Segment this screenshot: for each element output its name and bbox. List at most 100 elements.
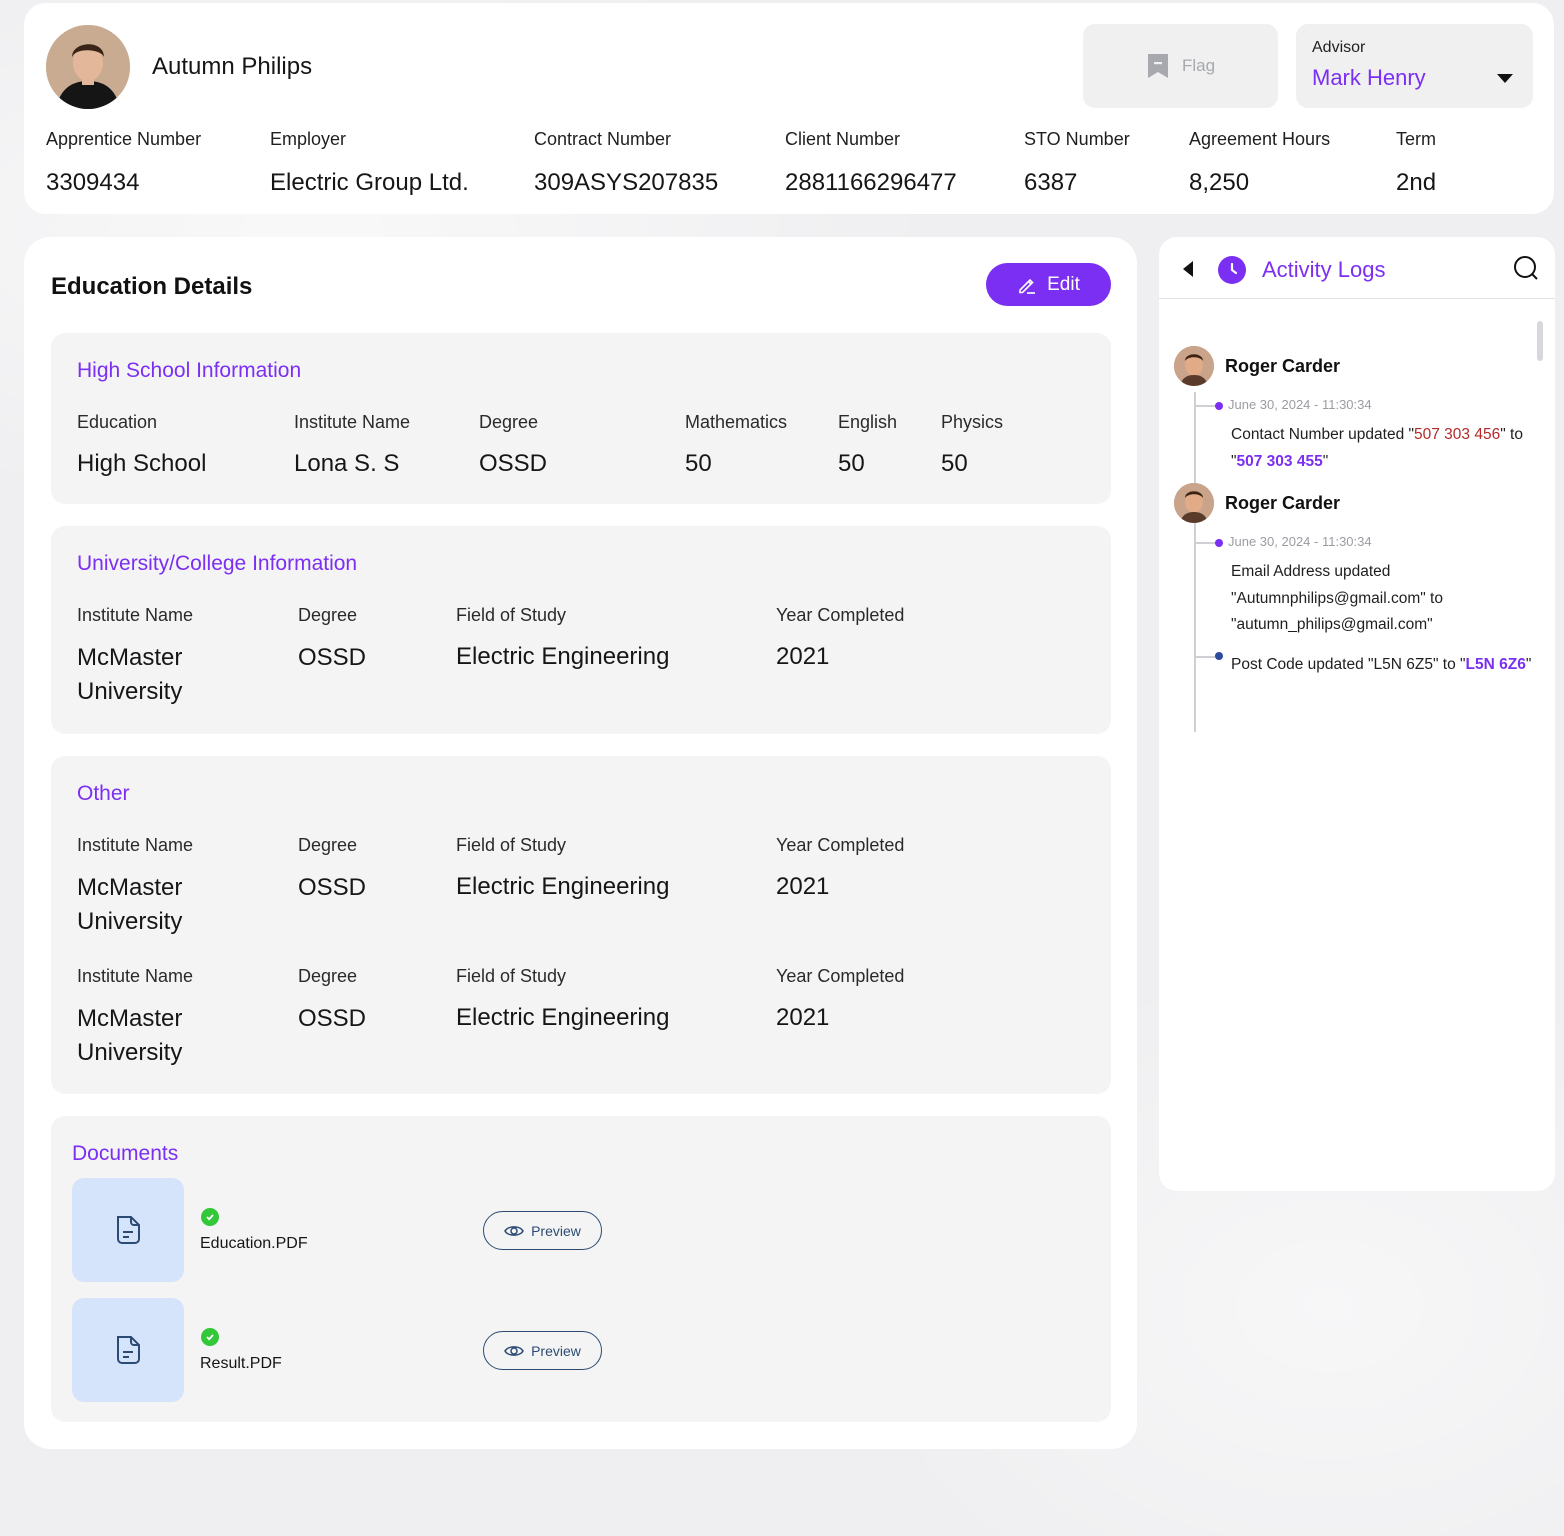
document-name: Result.PDF (200, 1355, 282, 1372)
advisor-dropdown[interactable]: Advisor Mark Henry (1296, 24, 1533, 108)
field-of-study-label: Field of Study (456, 966, 567, 986)
contract-number-value: 309ASYS207835 (534, 169, 719, 196)
dropdown-caret-icon (1497, 74, 1513, 83)
degree-value: OSSD (298, 874, 367, 901)
document-thumbnail[interactable] (72, 1298, 184, 1402)
apprentice-header-card: Autumn Philips Flag Advisor Mark Henry A… (24, 3, 1554, 214)
year-completed-value: 2021 (776, 873, 830, 900)
agreement-hours-label: Agreement Hours (1189, 129, 1331, 149)
timeline-line (1194, 392, 1196, 732)
mathematics-value: 50 (685, 450, 712, 477)
timeline-dot (1215, 402, 1223, 410)
new-value: 507 303 455 (1236, 452, 1323, 470)
preview-button[interactable]: Preview (483, 1331, 602, 1370)
log-date: June 30, 2024 - 11:30:34 (1228, 534, 1372, 549)
old-value: 507 303 456 (1414, 426, 1501, 443)
preview-label: Preview (531, 1222, 581, 1239)
avatar (46, 25, 130, 109)
activity-logs-title: Activity Logs (1262, 257, 1386, 282)
log-text: " (1525, 656, 1532, 673)
scrollbar[interactable] (1537, 321, 1543, 361)
field-of-study-label: Field of Study (456, 605, 567, 625)
degree-label: Degree (298, 605, 358, 625)
english-value: 50 (838, 450, 865, 477)
degree-value: OSSD (298, 644, 367, 671)
document-icon (117, 1336, 140, 1364)
year-completed-value: 2021 (776, 1004, 830, 1031)
year-completed-label: Year Completed (776, 835, 905, 855)
activity-logs-panel: Activity Logs Roger Carder June 30, 2024… (1159, 237, 1555, 1191)
institute-name-label: Institute Name (77, 966, 194, 986)
check-icon (201, 1328, 219, 1346)
document-icon (117, 1216, 140, 1244)
client-number-label: Client Number (785, 129, 901, 149)
back-arrow-icon[interactable] (1183, 261, 1193, 277)
avatar (1174, 346, 1214, 386)
university-section: University/College Information Institute… (51, 526, 1111, 734)
section-title: Other (77, 782, 130, 805)
log-message: Email Address updated "Autumnphilips@gma… (1231, 563, 1443, 633)
document-thumbnail[interactable] (72, 1178, 184, 1282)
other-section: Other Institute Name McMaster University… (51, 756, 1111, 1094)
flag-label: Flag (1181, 56, 1216, 75)
edit-pencil-icon (1019, 278, 1036, 294)
apprentice-number-label: Apprentice Number (46, 129, 202, 149)
edit-label: Edit (1047, 273, 1080, 295)
log-user-name: Roger Carder (1225, 356, 1341, 376)
physics-value: 50 (941, 450, 968, 477)
degree-value: OSSD (479, 450, 548, 477)
log-message: Contact Number updated "507 303 456" to … (1231, 422, 1541, 475)
log-user-name: Roger Carder (1225, 493, 1341, 513)
log-text: Post Code updated "L5N 6Z5" to " (1231, 656, 1466, 673)
page-title: Education Details (51, 273, 253, 300)
user-name: Autumn Philips (152, 53, 313, 80)
clock-icon (1218, 256, 1246, 284)
apprentice-number-value: 3309434 (46, 169, 140, 196)
institute-name-label: Institute Name (77, 605, 194, 625)
log-date: June 30, 2024 - 11:30:34 (1228, 397, 1372, 412)
advisor-label: Advisor (1312, 39, 1366, 56)
flag-icon (1147, 54, 1168, 78)
field-of-study-value: Electric Engineering (456, 873, 670, 900)
institute-name-value: McMaster University (77, 644, 183, 705)
new-value: L5N 6Z6 (1465, 656, 1526, 673)
eye-icon (504, 1345, 524, 1356)
avatar (1174, 483, 1214, 523)
high-school-section: High School Information Education High S… (51, 333, 1111, 504)
timeline-branch (1196, 542, 1216, 544)
sto-number-label: STO Number (1024, 129, 1130, 149)
institute-name-label: Institute Name (77, 835, 194, 855)
edit-button[interactable]: Edit (986, 263, 1111, 306)
section-title: University/College Information (77, 552, 358, 575)
log-text: " (1322, 452, 1329, 470)
degree-label: Degree (298, 835, 358, 855)
degree-value: OSSD (298, 1005, 367, 1032)
section-title: Documents (72, 1142, 179, 1165)
year-completed-value: 2021 (776, 643, 830, 670)
term-value: 2nd (1396, 169, 1437, 196)
preview-button[interactable]: Preview (483, 1211, 602, 1250)
timeline-dot (1215, 539, 1223, 547)
log-text: Contact Number updated " (1231, 426, 1414, 443)
timeline-branch (1196, 405, 1216, 407)
flag-button[interactable]: Flag (1083, 24, 1278, 108)
institute-name-value: McMaster University (77, 874, 183, 935)
sto-number-value: 6387 (1024, 169, 1078, 196)
physics-label: Physics (941, 412, 1004, 432)
contract-number-label: Contract Number (534, 129, 672, 149)
education-label: Education (77, 412, 158, 432)
documents-section: Documents Education.PDF Preview Result.P… (51, 1116, 1111, 1422)
field-of-study-value: Electric Engineering (456, 643, 670, 670)
check-icon (201, 1208, 219, 1226)
client-number-value: 2881166296477 (785, 169, 957, 196)
english-label: English (838, 412, 898, 432)
education-details-card: Education Details Edit High School Infor… (24, 237, 1137, 1449)
search-icon[interactable] (1512, 254, 1540, 282)
institute-name-value: Lona S. S (294, 450, 400, 477)
eye-icon (504, 1225, 524, 1236)
field-of-study-value: Electric Engineering (456, 1004, 670, 1031)
preview-label: Preview (531, 1342, 581, 1359)
institute-name-value: McMaster University (77, 1005, 183, 1066)
term-label: Term (1396, 129, 1436, 149)
employer-label: Employer (270, 129, 347, 149)
